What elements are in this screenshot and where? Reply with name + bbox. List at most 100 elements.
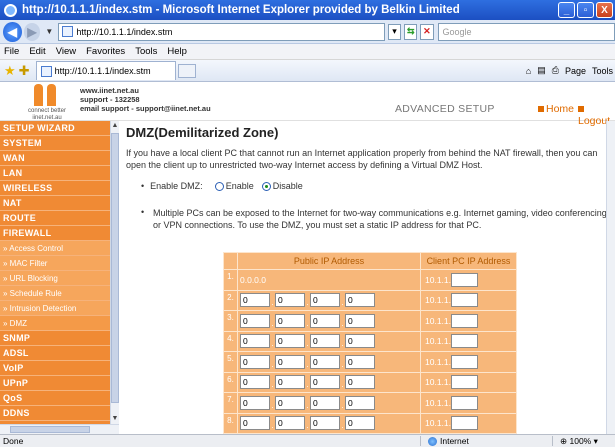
sidebar-item-schedule-rule[interactable]: » Schedule Rule xyxy=(0,286,110,301)
address-dropdown-icon[interactable]: ▾ xyxy=(387,23,402,40)
client-ip-input[interactable] xyxy=(451,313,478,328)
public-ip-octet-input[interactable]: 0 xyxy=(345,416,375,431)
sidebar-item-url-blocking[interactable]: » URL Blocking xyxy=(0,271,110,286)
sidebar-item-voip[interactable]: VoIP xyxy=(0,361,110,376)
address-input[interactable]: http://10.1.1.1/index.stm xyxy=(58,22,385,41)
public-ip-octet-input[interactable]: 0 xyxy=(240,293,270,308)
client-ip-input[interactable] xyxy=(451,416,478,431)
sidebar-item-setup-wizard[interactable]: SETUP WIZARD xyxy=(0,121,110,136)
client-ip-input[interactable] xyxy=(451,272,478,287)
table-row: 2. 0. 0. 0. 0 10.1.1. xyxy=(223,289,517,311)
sidebar-item-snmp[interactable]: SNMP xyxy=(0,331,110,346)
sidebar-item-intrusion-detection[interactable]: » Intrusion Detection xyxy=(0,301,110,316)
enable-radio-label: Enable xyxy=(225,181,254,191)
menu-help[interactable]: Help xyxy=(167,46,187,57)
public-ip-octet-input[interactable]: 0 xyxy=(275,375,305,390)
enable-radio[interactable] xyxy=(214,181,224,191)
sidebar-scrollbar[interactable]: ▲ ▼ xyxy=(110,121,119,424)
print-icon[interactable]: ⎙ xyxy=(552,65,559,76)
public-ip-octet-input[interactable]: 0 xyxy=(275,354,305,369)
page-scrollbar[interactable] xyxy=(606,121,615,434)
sidebar-item-firewall[interactable]: FIREWALL xyxy=(0,226,110,241)
public-ip-octet-input[interactable]: 0 xyxy=(275,313,305,328)
client-ip-input[interactable] xyxy=(451,293,478,308)
security-zone[interactable]: Internet xyxy=(428,436,469,446)
close-button[interactable]: X xyxy=(596,2,613,18)
public-ip-octet-input[interactable]: 0 xyxy=(310,334,340,349)
feeds-icon[interactable]: ▤ xyxy=(537,65,546,76)
public-ip-octet-input[interactable]: 0 xyxy=(345,354,375,369)
menu-view[interactable]: View xyxy=(56,46,76,57)
client-ip-prefix: 10.1.1. xyxy=(425,397,451,408)
client-ip-input[interactable] xyxy=(451,375,478,390)
search-input[interactable]: Google xyxy=(437,22,615,41)
home-link[interactable]: Home xyxy=(538,103,574,115)
public-ip-octet-input[interactable]: 0 xyxy=(310,293,340,308)
disable-radio[interactable] xyxy=(261,181,271,191)
sidebar-item-access-control[interactable]: » Access Control xyxy=(0,241,110,256)
sidebar-item-lan[interactable]: LAN xyxy=(0,166,110,181)
public-ip-octet-input[interactable]: 0 xyxy=(310,375,340,390)
public-ip-octet-input[interactable]: 0 xyxy=(345,293,375,308)
sidebar-item-upnp[interactable]: UPnP xyxy=(0,376,110,391)
public-ip-octet-input[interactable]: 0 xyxy=(345,375,375,390)
public-ip-octet-input[interactable]: 0 xyxy=(310,313,340,328)
sidebar-item-system[interactable]: SYSTEM xyxy=(0,136,110,151)
public-ip-octet-input[interactable]: 0 xyxy=(310,354,340,369)
sidebar-item-wireless[interactable]: WIRELESS xyxy=(0,181,110,196)
client-ip-input[interactable] xyxy=(451,395,478,410)
favorites-star-icon[interactable]: ★ xyxy=(4,63,16,79)
forward-arrow-icon[interactable]: ▶ xyxy=(23,22,41,41)
public-ip-octet-input[interactable]: 0 xyxy=(345,334,375,349)
sidebar-item-nat[interactable]: NAT xyxy=(0,196,110,211)
public-ip-octet-input[interactable]: 0 xyxy=(240,375,270,390)
public-ip-octet-input[interactable]: 0 xyxy=(240,354,270,369)
menu-favorites[interactable]: Favorites xyxy=(86,46,125,57)
menu-edit[interactable]: Edit xyxy=(29,46,45,57)
home-icon[interactable]: ⌂ xyxy=(526,66,531,76)
public-ip-octet-input[interactable]: 0 xyxy=(240,395,270,410)
public-ip-octet-input[interactable]: 0 xyxy=(275,334,305,349)
sidebar-item-wan[interactable]: WAN xyxy=(0,151,110,166)
sidebar-item-mac-filter[interactable]: » MAC Filter xyxy=(0,256,110,271)
sidebar-item-ddns[interactable]: DDNS xyxy=(0,406,110,421)
scroll-down-icon[interactable]: ▼ xyxy=(111,414,119,424)
stop-icon[interactable]: ✕ xyxy=(420,23,434,40)
scroll-up-icon[interactable]: ▲ xyxy=(111,121,119,131)
client-ip-prefix: 10.1.1. xyxy=(425,356,451,367)
history-dropdown-icon[interactable]: ▼ xyxy=(45,27,53,36)
public-ip-octet-input[interactable]: 0 xyxy=(240,334,270,349)
sidebar-scroll-thumb[interactable] xyxy=(111,133,119,403)
minimize-button[interactable]: _ xyxy=(558,2,575,18)
sidebar-hscrollbar[interactable] xyxy=(0,424,119,434)
public-ip-octet-input[interactable]: 0 xyxy=(275,293,305,308)
menu-file[interactable]: File xyxy=(4,46,19,57)
public-ip-octet-input[interactable]: 0 xyxy=(345,395,375,410)
sidebar-item-adsl[interactable]: ADSL xyxy=(0,346,110,361)
public-ip-octet-input[interactable]: 0 xyxy=(310,416,340,431)
zoom-level[interactable]: ⊕ 100% ▾ xyxy=(560,436,598,447)
browser-tab[interactable]: http://10.1.1.1/index.stm xyxy=(35,61,176,80)
sidebar-item-route[interactable]: ROUTE xyxy=(0,211,110,226)
public-ip-octet-input[interactable]: 0 xyxy=(275,416,305,431)
client-ip-input[interactable] xyxy=(451,334,478,349)
public-ip-octet-input[interactable]: 0 xyxy=(240,313,270,328)
intro-text: If you have a local client PC that canno… xyxy=(126,148,598,170)
sidebar-hscroll-thumb[interactable] xyxy=(10,426,90,433)
public-ip-octet-input[interactable]: 0 xyxy=(240,416,270,431)
add-favorite-icon[interactable]: ✚ xyxy=(19,63,30,79)
new-tab-button[interactable] xyxy=(177,63,196,78)
public-ip-octet-input[interactable]: 0 xyxy=(345,313,375,328)
public-ip-octet-input[interactable]: 0 xyxy=(310,395,340,410)
menu-tools[interactable]: Tools xyxy=(135,46,157,57)
sidebar-item-dmz[interactable]: » DMZ xyxy=(0,316,110,331)
support-phone: support - 132258 xyxy=(80,95,140,104)
tools-menu[interactable]: Tools xyxy=(592,66,613,76)
back-arrow-icon[interactable]: ◀ xyxy=(3,21,22,42)
maximize-button[interactable]: ▫ xyxy=(577,2,594,18)
refresh-icon[interactable]: ⇆ xyxy=(404,23,418,40)
sidebar-item-qos[interactable]: QoS xyxy=(0,391,110,406)
page-menu[interactable]: Page xyxy=(565,66,586,76)
client-ip-input[interactable] xyxy=(451,354,478,369)
public-ip-octet-input[interactable]: 0 xyxy=(275,395,305,410)
